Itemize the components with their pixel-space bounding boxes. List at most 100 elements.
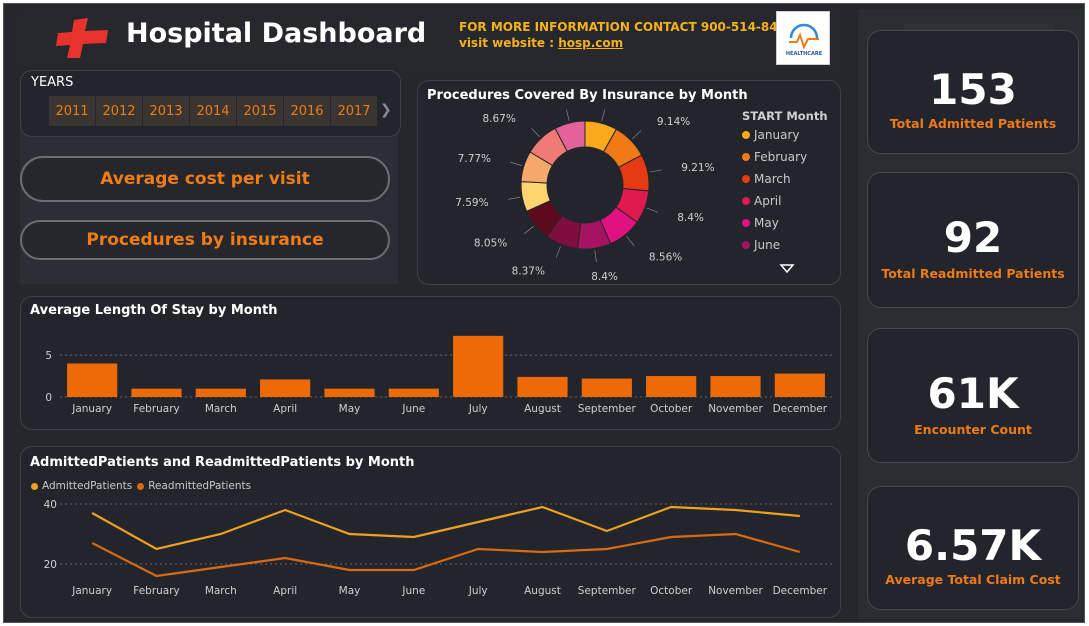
- year-2016-button[interactable]: 2016: [284, 96, 330, 126]
- donut-leader-line: [594, 250, 597, 263]
- line-x-tick: June: [401, 585, 425, 597]
- donut-leader-line: [555, 246, 561, 258]
- kpi-label: Total Readmitted Patients: [881, 266, 1065, 281]
- bar-x-tick: September: [578, 403, 637, 415]
- bar-august: [517, 376, 568, 397]
- bar-july: [453, 335, 504, 397]
- legend-item-march[interactable]: March: [742, 172, 791, 186]
- contact-info: FOR MORE INFORMATION CONTACT 900-514-842…: [459, 20, 795, 34]
- bar-november: [710, 376, 761, 397]
- donut-leader-line: [565, 109, 570, 122]
- donut-data-label: 8.14%: [614, 100, 647, 103]
- line-x-tick: April: [273, 585, 297, 597]
- line-chart: 20 40 January February March April May June July…: [44, 499, 832, 597]
- kpi-total-readmitted: 92 Total Readmitted Patients: [867, 172, 1079, 308]
- line-x-tick: November: [708, 585, 763, 597]
- donut-data-label: 7.71%: [524, 100, 557, 103]
- legend-item-april[interactable]: April: [742, 194, 781, 208]
- bar-x-tick: February: [133, 403, 180, 415]
- bar-march: [195, 388, 246, 397]
- donut-data-label: 8.05%: [474, 238, 507, 250]
- year-2017-button[interactable]: 2017: [331, 96, 377, 126]
- donut-data-label: 8.37%: [512, 265, 545, 277]
- line-y-tick: 20: [44, 559, 57, 571]
- legend-dot: [742, 153, 750, 161]
- legend-label: March: [754, 172, 791, 186]
- kpi-value: 6.57K: [904, 521, 1042, 570]
- bar-x-tick: October: [650, 403, 693, 415]
- red-cross-icon: [54, 18, 110, 58]
- bar-january: [67, 363, 118, 397]
- legend-dot: [137, 482, 145, 490]
- legend-label: January: [754, 128, 800, 142]
- website-link[interactable]: hosp.com: [558, 36, 623, 50]
- donut-data-label: 8.4%: [591, 271, 618, 280]
- donut-data-label: 9.21%: [681, 162, 714, 174]
- year-2012-button[interactable]: 2012: [96, 96, 142, 126]
- donut-data-label: 8.4%: [677, 212, 704, 224]
- year-2015-button[interactable]: 2015: [237, 96, 283, 126]
- donut-data-label: 8.56%: [649, 251, 682, 263]
- legend-dot: [31, 482, 38, 490]
- procedures-by-insurance-button[interactable]: Procedures by insurance: [20, 220, 390, 260]
- legend-dot: [742, 241, 750, 249]
- bar-december: [774, 373, 825, 397]
- bar-x-tick: November: [708, 403, 763, 415]
- legend-item-june[interactable]: June: [742, 238, 780, 252]
- website-line: visit website : hosp.com: [459, 36, 623, 50]
- legend-dot: [742, 219, 750, 227]
- legend-scroll-down-icon[interactable]: [779, 260, 795, 279]
- line-x-tick: August: [524, 585, 561, 597]
- donut-leader-line: [531, 128, 540, 138]
- bar-x-tick: April: [273, 403, 297, 415]
- chevron-right-icon[interactable]: ❯: [380, 102, 392, 118]
- kpi-label: Encounter Count: [914, 422, 1032, 437]
- legend-dot: [742, 175, 750, 183]
- legend-item-may[interactable]: May: [742, 216, 779, 230]
- healthcare-logo: HEALTHCARE: [776, 11, 830, 65]
- donut-chart: 8.14% 9.14% 9.21% 8.4% 8.56% 8.4% 8.37% 8.05% 7.…: [455, 100, 714, 280]
- line-x-tick: February: [133, 585, 180, 597]
- bar-chart-title: Average Length Of Stay by Month: [30, 303, 278, 318]
- bar-april: [260, 379, 311, 397]
- kpi-value: 61K: [927, 369, 1019, 418]
- bar-y-tick: 0: [45, 392, 52, 404]
- line-x-tick: January: [71, 585, 112, 597]
- bar-x-tick: March: [205, 403, 237, 415]
- bar-october: [646, 376, 697, 397]
- legend-item-january[interactable]: January: [742, 128, 800, 142]
- line-chart-title: AdmittedPatients and ReadmittedPatients …: [30, 455, 415, 470]
- legend-dot: [742, 131, 750, 139]
- logo-text: HEALTHCARE: [786, 51, 823, 57]
- legend-item-february[interactable]: February: [742, 150, 807, 164]
- year-2014-button[interactable]: 2014: [190, 96, 236, 126]
- legend-label: June: [754, 238, 781, 252]
- line-x-tick: December: [773, 585, 828, 597]
- kpi-value: 92: [943, 213, 1003, 262]
- bar-y-tick: 5: [45, 350, 52, 362]
- line-x-tick: March: [205, 585, 237, 597]
- year-2011-button[interactable]: 2011: [49, 96, 95, 126]
- legend-label: February: [754, 150, 808, 164]
- donut-legend-title: START Month: [742, 109, 828, 123]
- year-2013-button[interactable]: 2013: [143, 96, 189, 126]
- bar-x-tick: August: [524, 403, 561, 415]
- donut-data-label: 7.59%: [455, 197, 488, 209]
- years-label: YEARS: [31, 75, 74, 90]
- bar-june: [388, 388, 439, 397]
- bar-x-tick: June: [401, 403, 425, 415]
- donut-data-label: 8.67%: [482, 113, 515, 125]
- bar-x-tick: January: [71, 403, 112, 415]
- line-x-tick: October: [650, 585, 693, 597]
- bar-x-tick: July: [468, 403, 488, 415]
- donut-leader-line: [649, 169, 662, 173]
- donut-leader-line: [510, 161, 523, 166]
- donut-data-label: 9.14%: [657, 116, 690, 128]
- bar-september: [581, 378, 632, 397]
- legend-label: ReadmittedPatients: [148, 480, 252, 492]
- website-prefix: visit website :: [459, 36, 559, 50]
- average-cost-per-visit-button[interactable]: Average cost per visit: [20, 156, 390, 202]
- page-title: Hospital Dashboard: [126, 18, 427, 49]
- bar-x-tick: December: [773, 403, 828, 415]
- bar-chart: 0 5 January February March April May June July Au…: [45, 335, 832, 415]
